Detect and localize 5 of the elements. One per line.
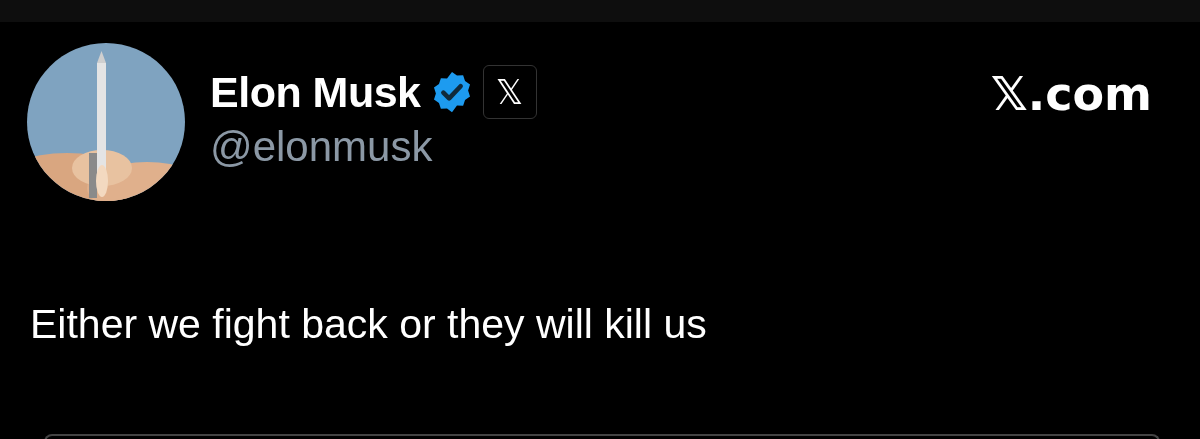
author-name[interactable]: Elon Musk	[210, 67, 421, 117]
affiliate-badge: 𝕏	[482, 65, 537, 119]
author-handle[interactable]: @elonmusk	[210, 123, 991, 171]
post-text: Either we fight back or they will kill us	[29, 300, 708, 348]
site-label: 𝕏.com	[990, 67, 1152, 121]
